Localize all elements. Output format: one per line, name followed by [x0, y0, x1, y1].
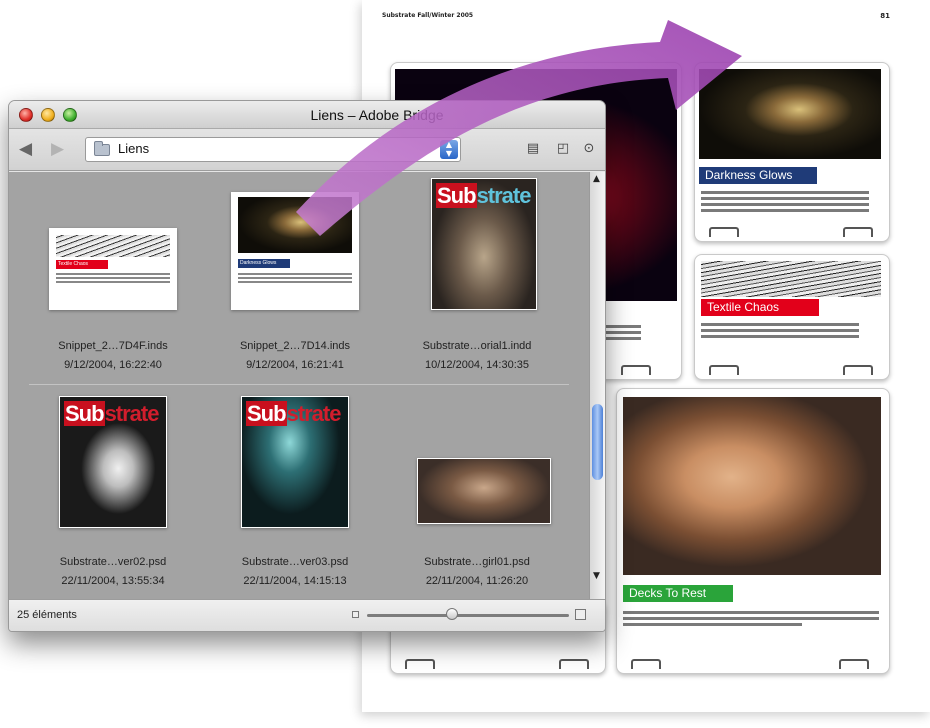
- cover-masthead: Substrate: [64, 401, 160, 427]
- tag-darkness-glows: Darkness Glows: [699, 167, 817, 184]
- zoom-large-icon[interactable]: [575, 609, 586, 620]
- thumbnail-grid: Textile Chaos Snippet_2…7D4F.inds 9/12/2…: [9, 172, 591, 599]
- card-tab: [709, 365, 739, 375]
- scroll-thumb[interactable]: [592, 404, 603, 480]
- card-tabs: [391, 655, 605, 669]
- stage: Substrate Fall/Winter 2005 81 Darkness G…: [0, 0, 930, 728]
- thumbnail-image[interactable]: Darkness Glows: [231, 192, 359, 310]
- layout-card-darkness: Darkness Glows: [694, 62, 890, 242]
- masthead-sub: Sub: [436, 183, 477, 208]
- toolbar: ◀ ▶ Liens ▲ ▼ ▤ ◰ ⊙: [9, 129, 605, 171]
- newsprint-graphic: [56, 235, 170, 257]
- thumbnail-size-slider[interactable]: [367, 614, 569, 617]
- window-title: Liens – Adobe Bridge: [310, 107, 444, 123]
- thumbnail-name: Substrate…orial1.indd: [422, 340, 532, 352]
- card-tab: [843, 365, 873, 375]
- layout-card-decks: Decks To Rest: [616, 388, 890, 674]
- path-label: Liens: [118, 141, 150, 156]
- thumbnail-image[interactable]: Substrate: [241, 396, 349, 528]
- zoom-small-icon[interactable]: [352, 611, 359, 618]
- thumbnail-name: Substrate…girl01.psd: [424, 556, 530, 568]
- card-tab: [709, 227, 739, 237]
- thumbnail-date: 9/12/2004, 16:22:40: [64, 359, 162, 371]
- page-header: Substrate Fall/Winter 2005: [382, 12, 474, 19]
- masthead-strate: strate: [476, 183, 532, 208]
- page-number: 81: [880, 12, 890, 20]
- thumbnail-image[interactable]: Textile Chaos: [49, 228, 177, 310]
- text-rules: [623, 611, 879, 629]
- card-tab: [843, 227, 873, 237]
- thumbnail-image[interactable]: [417, 458, 551, 524]
- text-rules: [56, 273, 170, 285]
- thumbnail-size-knob[interactable]: [445, 608, 458, 620]
- vertical-scrollbar[interactable]: ▲ ▼: [589, 172, 605, 599]
- tag-decks-to-rest: Decks To Rest: [623, 585, 733, 602]
- card-tab: [839, 659, 869, 669]
- card-tab: [405, 659, 435, 669]
- thumbnail-date: 22/11/2004, 14:15:13: [243, 575, 347, 587]
- title-bar[interactable]: Liens – Adobe Bridge: [9, 101, 605, 129]
- woman-photo: [699, 69, 881, 159]
- card-tab: [621, 365, 651, 375]
- layout-card-textile: Textile Chaos: [694, 254, 890, 380]
- woman-photo: [238, 197, 352, 253]
- item-count: 25 éléments: [17, 609, 77, 621]
- thumb-tag: Textile Chaos: [56, 260, 108, 269]
- status-bar: 25 éléments: [9, 599, 605, 631]
- card-tab: [631, 659, 661, 669]
- thumbnail-date: 10/12/2004, 14:30:35: [425, 359, 529, 371]
- card-tabs: [695, 361, 889, 375]
- man-with-glasses-photo: [623, 397, 881, 575]
- tag-textile-chaos: Textile Chaos: [701, 299, 819, 316]
- scroll-up-icon[interactable]: ▲: [593, 174, 600, 184]
- card-tabs: [695, 223, 889, 237]
- text-rules: [238, 273, 352, 285]
- path-selector[interactable]: Liens ▲ ▼: [85, 137, 461, 162]
- forward-arrow-icon[interactable]: ▶: [51, 139, 71, 159]
- tag-label: Textile Chaos: [707, 300, 780, 314]
- bridge-window: Liens – Adobe Bridge ◀ ▶ Liens ▲ ▼ ▤ ◰ ⊙ …: [8, 100, 606, 632]
- masthead-strate: strate: [286, 401, 342, 426]
- text-rules: [701, 323, 859, 341]
- panel-toggle-icon[interactable]: ▤: [525, 141, 541, 157]
- thumb-tag: Darkness Glows: [238, 259, 290, 268]
- cover-masthead: Substrate: [436, 183, 532, 209]
- back-arrow-icon[interactable]: ◀: [19, 139, 39, 159]
- card-tab: [559, 659, 589, 669]
- tag-label: Decks To Rest: [629, 586, 707, 600]
- cover-masthead: Substrate: [246, 401, 342, 427]
- card-tabs: [617, 655, 889, 669]
- compact-mode-icon[interactable]: ◰: [555, 141, 571, 157]
- thumbnail-name: Snippet_2…7D4F.inds: [58, 340, 168, 352]
- thumbnail-image[interactable]: Substrate: [431, 178, 537, 310]
- newsprint-photo: [701, 261, 881, 297]
- thumbnail-image[interactable]: Substrate: [59, 396, 167, 528]
- row-divider: [29, 384, 569, 385]
- play-menu-icon[interactable]: ⊙: [581, 141, 597, 157]
- thumbnail-name: Substrate…ver02.psd: [59, 556, 167, 568]
- thumbnail-name: Snippet_2…7D14.inds: [239, 340, 351, 352]
- masthead-strate: strate: [104, 401, 160, 426]
- thumbnail-date: 22/11/2004, 13:55:34: [61, 575, 165, 587]
- folder-icon: [94, 141, 110, 156]
- path-stepper-icon[interactable]: ▲ ▼: [440, 140, 458, 159]
- text-rules: [701, 191, 869, 215]
- tag-label: Darkness Glows: [705, 168, 793, 182]
- thumbnail-name: Substrate…ver03.psd: [241, 556, 349, 568]
- thumbnail-date: 22/11/2004, 11:26:20: [425, 575, 529, 587]
- thumbnail-date: 9/12/2004, 16:21:41: [246, 359, 344, 371]
- masthead-sub: Sub: [246, 401, 287, 426]
- scroll-down-icon[interactable]: ▼: [593, 571, 600, 581]
- masthead-sub: Sub: [64, 401, 105, 426]
